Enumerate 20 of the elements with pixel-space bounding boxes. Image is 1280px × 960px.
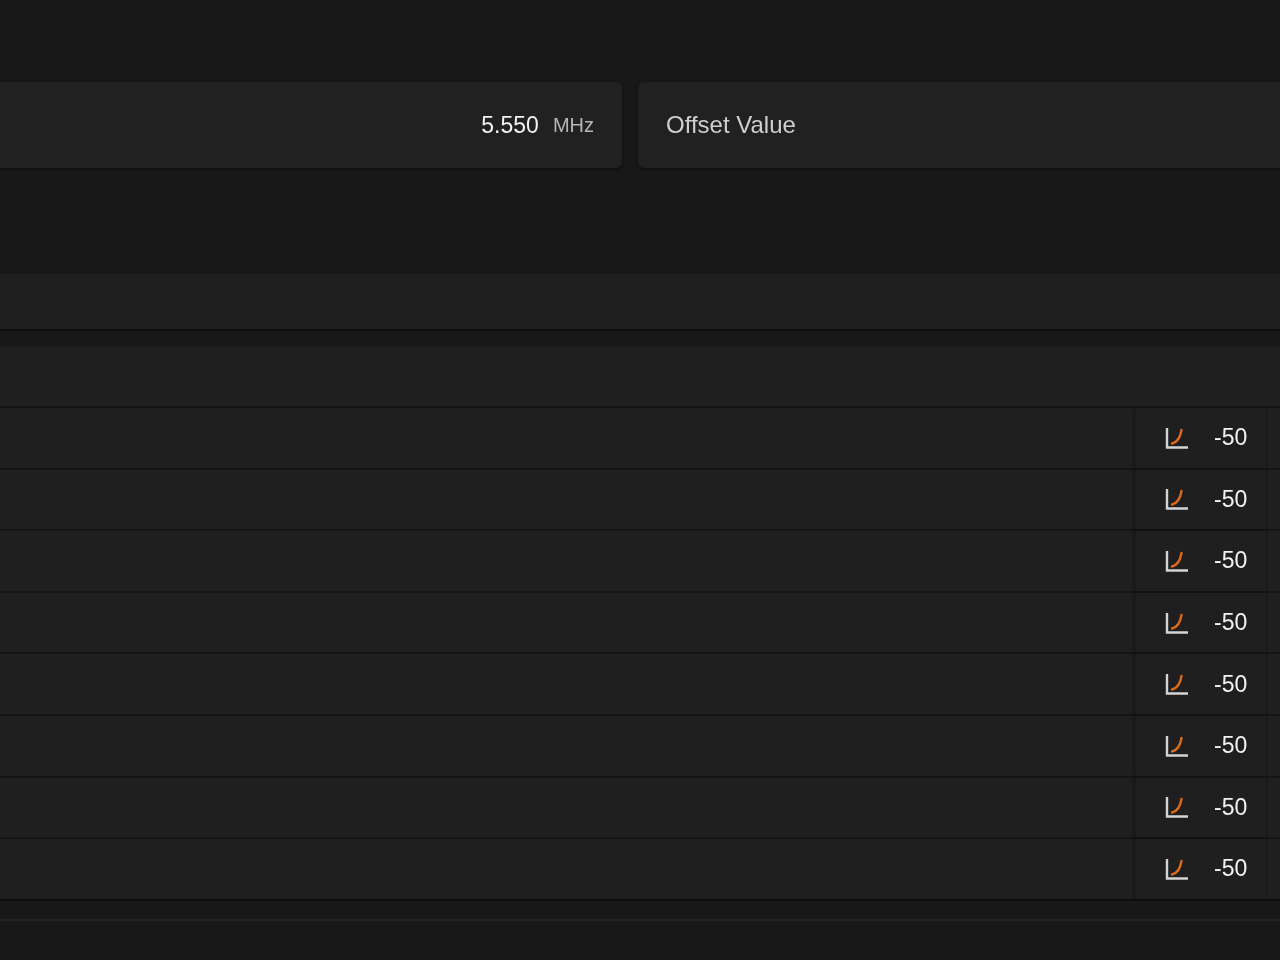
row-value: -50 [1214, 855, 1248, 883]
curve-chart-icon [1165, 550, 1189, 572]
unit-label: MHz [552, 113, 594, 137]
row-value: -50 [1214, 670, 1248, 698]
curve-chart-icon [1165, 426, 1189, 449]
offset-input[interactable]: Offset Value [638, 82, 1280, 168]
row-value: -50 [1214, 485, 1248, 513]
row-value: -50 [1214, 732, 1248, 760]
curve-chart-icon [1165, 673, 1189, 696]
frequency-field[interactable]: 5.550 MHz [0, 82, 622, 168]
curve-chart-icon [1165, 796, 1189, 819]
frequency-value: 5.550 [481, 111, 539, 139]
row-value: -50 [1214, 424, 1248, 452]
row-value: -50 [1214, 793, 1248, 821]
curve-chart-icon [1165, 734, 1189, 757]
curve-chart-icon [1165, 611, 1189, 634]
row-value: -50 [1214, 547, 1248, 575]
row-value: -50 [1214, 609, 1248, 637]
curve-chart-icon [1165, 857, 1189, 880]
curve-chart-icon [1165, 488, 1189, 511]
